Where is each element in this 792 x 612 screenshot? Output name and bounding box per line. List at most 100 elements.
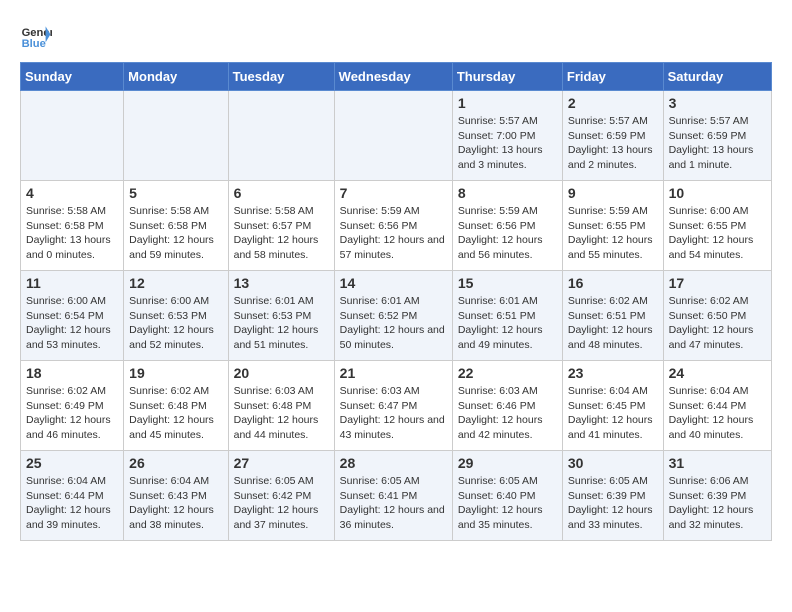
day-number: 4	[26, 185, 118, 201]
calendar-cell: 29Sunrise: 6:05 AM Sunset: 6:40 PM Dayli…	[452, 451, 562, 541]
calendar-cell: 4 Sunrise: 5:58 AM Sunset: 6:58 PM Daylig…	[21, 181, 124, 271]
calendar-cell: 25 Sunrise: 6:04 AM Sunset: 6:44 PM Dayli…	[21, 451, 124, 541]
calendar-cell: 13Sunrise: 6:01 AM Sunset: 6:53 PM Dayli…	[228, 271, 334, 361]
day-number: 8	[458, 185, 557, 201]
calendar-week-row: 25 Sunrise: 6:04 AM Sunset: 6:44 PM Dayli…	[21, 451, 772, 541]
calendar-cell: 9 Sunrise: 5:59 AM Sunset: 6:55 PM Daylig…	[562, 181, 663, 271]
day-info: Sunrise: 5:57 AM Sunset: 6:59 PM Dayligh…	[568, 114, 658, 173]
day-number: 6	[234, 185, 329, 201]
day-number: 20	[234, 365, 329, 381]
calendar-cell: 19 Sunrise: 6:02 AM Sunset: 6:48 PM Dayli…	[124, 361, 228, 451]
day-number: 26	[129, 455, 222, 471]
calendar-cell: 23 Sunrise: 6:04 AM Sunset: 6:45 PM Dayli…	[562, 361, 663, 451]
calendar-cell: 20 Sunrise: 6:03 AM Sunset: 6:48 PM Dayli…	[228, 361, 334, 451]
calendar-cell: 21 Sunrise: 6:03 AM Sunset: 6:47 PM Dayli…	[334, 361, 452, 451]
calendar-cell: 7Sunrise: 5:59 AM Sunset: 6:56 PM Daylig…	[334, 181, 452, 271]
day-info: Sunrise: 6:04 AM Sunset: 6:45 PM Dayligh…	[568, 384, 658, 443]
calendar-cell: 18 Sunrise: 6:02 AM Sunset: 6:49 PM Dayli…	[21, 361, 124, 451]
header: General Blue	[20, 20, 772, 52]
day-info: Sunrise: 6:05 AM Sunset: 6:39 PM Dayligh…	[568, 474, 658, 533]
header-sunday: Sunday	[21, 63, 124, 91]
day-number: 23	[568, 365, 658, 381]
day-info: Sunrise: 6:04 AM Sunset: 6:43 PM Dayligh…	[129, 474, 222, 533]
calendar-cell: 5Sunrise: 5:58 AM Sunset: 6:58 PM Daylig…	[124, 181, 228, 271]
calendar-cell	[228, 91, 334, 181]
calendar-cell: 14 Sunrise: 6:01 AM Sunset: 6:52 PM Dayli…	[334, 271, 452, 361]
day-info: Sunrise: 6:00 AM Sunset: 6:53 PM Dayligh…	[129, 294, 222, 353]
calendar-week-row: 18 Sunrise: 6:02 AM Sunset: 6:49 PM Dayli…	[21, 361, 772, 451]
calendar-cell: 11Sunrise: 6:00 AM Sunset: 6:54 PM Dayli…	[21, 271, 124, 361]
calendar-cell	[334, 91, 452, 181]
day-info: Sunrise: 5:59 AM Sunset: 6:55 PM Dayligh…	[568, 204, 658, 263]
day-number: 14	[340, 275, 447, 291]
day-number: 29	[458, 455, 557, 471]
calendar-cell	[21, 91, 124, 181]
calendar-cell: 2Sunrise: 5:57 AM Sunset: 6:59 PM Daylig…	[562, 91, 663, 181]
day-info: Sunrise: 6:00 AM Sunset: 6:55 PM Dayligh…	[669, 204, 766, 263]
day-number: 5	[129, 185, 222, 201]
logo-icon: General Blue	[20, 20, 52, 52]
calendar-cell: 22 Sunrise: 6:03 AM Sunset: 6:46 PM Dayli…	[452, 361, 562, 451]
day-number: 25	[26, 455, 118, 471]
calendar-cell: 16 Sunrise: 6:02 AM Sunset: 6:51 PM Dayli…	[562, 271, 663, 361]
calendar-cell: 10 Sunrise: 6:00 AM Sunset: 6:55 PM Dayli…	[663, 181, 771, 271]
day-info: Sunrise: 6:02 AM Sunset: 6:51 PM Dayligh…	[568, 294, 658, 353]
day-info: Sunrise: 6:04 AM Sunset: 6:44 PM Dayligh…	[26, 474, 118, 533]
day-number: 22	[458, 365, 557, 381]
day-number: 3	[669, 95, 766, 111]
day-number: 21	[340, 365, 447, 381]
day-info: Sunrise: 6:06 AM Sunset: 6:39 PM Dayligh…	[669, 474, 766, 533]
day-info: Sunrise: 6:05 AM Sunset: 6:42 PM Dayligh…	[234, 474, 329, 533]
calendar-cell: 17Sunrise: 6:02 AM Sunset: 6:50 PM Dayli…	[663, 271, 771, 361]
day-number: 15	[458, 275, 557, 291]
header-monday: Monday	[124, 63, 228, 91]
day-number: 12	[129, 275, 222, 291]
calendar-cell: 3 Sunrise: 5:57 AM Sunset: 6:59 PM Daylig…	[663, 91, 771, 181]
header-tuesday: Tuesday	[228, 63, 334, 91]
calendar-table: SundayMondayTuesdayWednesdayThursdayFrid…	[20, 62, 772, 541]
day-number: 1	[458, 95, 557, 111]
calendar-cell: 30 Sunrise: 6:05 AM Sunset: 6:39 PM Dayli…	[562, 451, 663, 541]
day-info: Sunrise: 6:01 AM Sunset: 6:52 PM Dayligh…	[340, 294, 447, 353]
calendar-week-row: 11Sunrise: 6:00 AM Sunset: 6:54 PM Dayli…	[21, 271, 772, 361]
day-number: 9	[568, 185, 658, 201]
calendar-week-row: 1 Sunrise: 5:57 AM Sunset: 7:00 PM Daylig…	[21, 91, 772, 181]
day-info: Sunrise: 6:03 AM Sunset: 6:48 PM Dayligh…	[234, 384, 329, 443]
day-number: 10	[669, 185, 766, 201]
calendar-week-row: 4 Sunrise: 5:58 AM Sunset: 6:58 PM Daylig…	[21, 181, 772, 271]
day-info: Sunrise: 6:05 AM Sunset: 6:41 PM Dayligh…	[340, 474, 447, 533]
day-info: Sunrise: 5:59 AM Sunset: 6:56 PM Dayligh…	[458, 204, 557, 263]
day-number: 13	[234, 275, 329, 291]
day-info: Sunrise: 6:01 AM Sunset: 6:51 PM Dayligh…	[458, 294, 557, 353]
day-number: 7	[340, 185, 447, 201]
day-info: Sunrise: 6:04 AM Sunset: 6:44 PM Dayligh…	[669, 384, 766, 443]
day-info: Sunrise: 5:58 AM Sunset: 6:58 PM Dayligh…	[26, 204, 118, 263]
logo: General Blue	[20, 20, 56, 52]
calendar-cell: 6 Sunrise: 5:58 AM Sunset: 6:57 PM Daylig…	[228, 181, 334, 271]
day-number: 31	[669, 455, 766, 471]
day-number: 30	[568, 455, 658, 471]
calendar-cell: 8 Sunrise: 5:59 AM Sunset: 6:56 PM Daylig…	[452, 181, 562, 271]
day-info: Sunrise: 5:57 AM Sunset: 7:00 PM Dayligh…	[458, 114, 557, 173]
calendar-cell	[124, 91, 228, 181]
day-number: 24	[669, 365, 766, 381]
day-info: Sunrise: 5:58 AM Sunset: 6:57 PM Dayligh…	[234, 204, 329, 263]
day-info: Sunrise: 6:02 AM Sunset: 6:48 PM Dayligh…	[129, 384, 222, 443]
calendar-cell: 27 Sunrise: 6:05 AM Sunset: 6:42 PM Dayli…	[228, 451, 334, 541]
day-info: Sunrise: 6:02 AM Sunset: 6:49 PM Dayligh…	[26, 384, 118, 443]
calendar-cell: 15 Sunrise: 6:01 AM Sunset: 6:51 PM Dayli…	[452, 271, 562, 361]
day-number: 17	[669, 275, 766, 291]
day-info: Sunrise: 6:03 AM Sunset: 6:46 PM Dayligh…	[458, 384, 557, 443]
day-number: 18	[26, 365, 118, 381]
header-thursday: Thursday	[452, 63, 562, 91]
day-number: 19	[129, 365, 222, 381]
day-number: 27	[234, 455, 329, 471]
header-wednesday: Wednesday	[334, 63, 452, 91]
header-saturday: Saturday	[663, 63, 771, 91]
day-number: 16	[568, 275, 658, 291]
calendar-cell: 31 Sunrise: 6:06 AM Sunset: 6:39 PM Dayli…	[663, 451, 771, 541]
calendar-cell: 1 Sunrise: 5:57 AM Sunset: 7:00 PM Daylig…	[452, 91, 562, 181]
svg-text:Blue: Blue	[22, 38, 46, 50]
day-info: Sunrise: 6:03 AM Sunset: 6:47 PM Dayligh…	[340, 384, 447, 443]
day-info: Sunrise: 5:57 AM Sunset: 6:59 PM Dayligh…	[669, 114, 766, 173]
